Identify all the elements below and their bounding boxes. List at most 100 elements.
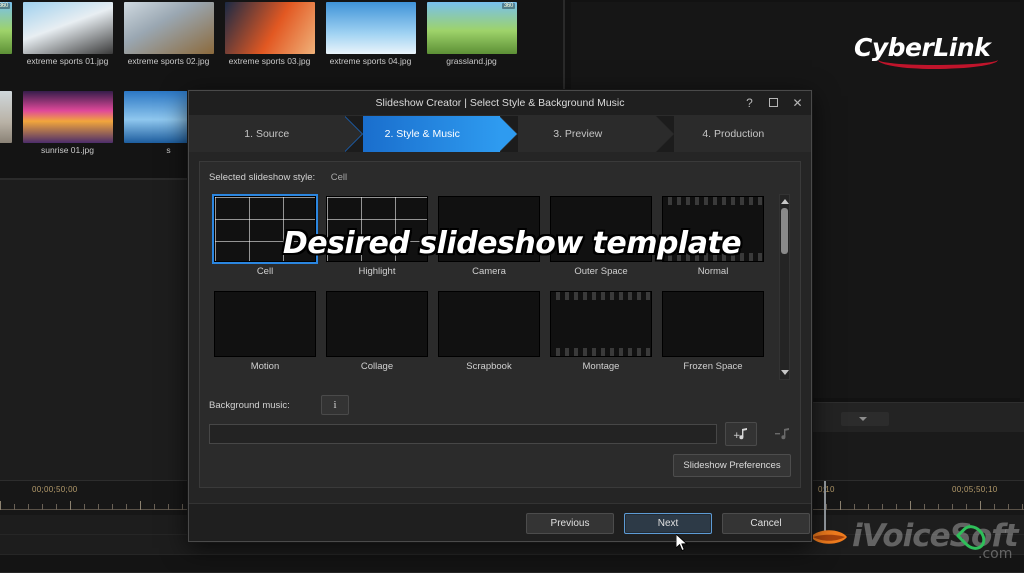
ruler-tick [70,501,71,510]
style-label: Highlight [320,266,434,277]
style-label: Montage [544,361,658,372]
style-thumbnail [662,291,764,357]
media-item-label: .mp4 [0,56,17,66]
svg-text:+: + [733,431,741,441]
step-tab-source[interactable]: 1. Source [189,116,345,152]
style-card-montage[interactable]: Montage [544,287,656,382]
ruler-tick [994,504,995,510]
ruler-tick [140,501,141,510]
selected-style-value: Cell [331,172,347,183]
badge-360-icon: 360 [502,3,515,9]
window-controls[interactable]: ? ✕ [742,95,805,110]
media-item[interactable]: extreme sports 04.jpg [320,0,421,89]
wizard-steps[interactable]: 1. Source 2. Style & Music 3. Preview 4.… [189,116,811,152]
add-music-button[interactable]: + [725,422,757,446]
step-arrow-icon [499,116,517,152]
media-item[interactable]: sunrise 01.jpg [17,89,118,178]
media-thumbnail [23,2,113,54]
ruler-tick [826,504,827,510]
step-label: 2. Style & Music [385,128,460,140]
previous-button[interactable]: Previous [526,513,614,534]
style-label: Scrapbook [432,361,546,372]
step-arrow-icon [344,116,362,152]
ruler-tick [882,504,883,510]
media-item-label: grassland.jpg [421,56,522,66]
style-card-collage[interactable]: Collage [320,287,432,382]
style-gallery[interactable]: Cell Highlight Camera Outer Space Normal [208,192,792,382]
slideshow-creator-dialog[interactable]: Slideshow Creator | Select Style & Backg… [188,90,812,542]
ruler-tick [56,504,57,510]
help-icon[interactable]: ? [742,95,757,110]
media-item[interactable]: extreme sports 03.jpg [219,0,320,89]
step-label: 4. Production [702,128,764,140]
ruler-tick [952,504,953,510]
scrollbar-thumb[interactable] [781,208,788,254]
style-gallery-scrollbar[interactable] [779,194,790,380]
media-item-label: extreme sports 01.jpg [17,56,118,66]
scroll-down-icon[interactable] [780,367,789,378]
media-item-label: extreme sports 02.jpg [118,56,219,66]
style-label: Motion [208,361,322,372]
background-music-input[interactable] [209,424,717,444]
step-label: 3. Preview [553,128,602,140]
style-card-scrapbook[interactable]: Scrapbook [432,287,544,382]
media-item[interactable]: 360 grassland.jpg [421,0,522,89]
style-thumbnail [550,196,652,262]
media-item[interactable]: extreme sports 02.jpg [118,0,219,89]
dialog-footer: Previous Next Cancel [189,503,811,541]
lips-icon [810,526,848,548]
style-card-motion[interactable]: Motion [208,287,320,382]
next-button[interactable]: Next [624,513,712,534]
style-label: Cell [208,266,322,277]
ruler-tick [84,504,85,510]
style-thumbnail [438,196,540,262]
media-thumbnail: 360 [0,2,12,54]
close-icon[interactable]: ✕ [790,95,805,110]
scroll-up-icon[interactable] [780,196,789,207]
style-label: Normal [656,266,770,277]
ruler-tick [840,501,841,510]
remove-music-button[interactable] [767,422,799,446]
style-card-highlight[interactable]: Highlight [320,192,432,287]
style-grid[interactable]: Cell Highlight Camera Outer Space Normal [208,192,768,382]
ruler-tick [182,504,183,510]
media-item[interactable]: .mp4 [0,89,17,178]
cyberlink-swoosh-icon [878,57,998,69]
media-item[interactable]: extreme sports 01.jpg [17,0,118,89]
watermark-suffix: .com [978,546,1012,562]
style-thumbnail [214,196,316,262]
cancel-button[interactable]: Cancel [722,513,810,534]
ruler-tick [910,501,911,510]
style-card-outer-space[interactable]: Outer Space [544,192,656,287]
style-card-normal[interactable]: Normal [656,192,768,287]
media-item[interactable]: 360 .mp4 [0,0,17,89]
badge-360-icon: 360 [0,3,10,9]
style-thumbnail [326,196,428,262]
style-card-camera[interactable]: Camera [432,192,544,287]
info-glyph: i [333,399,336,411]
timecode-label: 00;00;50;00 [32,485,78,494]
info-icon[interactable]: i [321,395,349,415]
style-card-frozen-space[interactable]: Frozen Space [656,287,768,382]
step-tab-preview[interactable]: 3. Preview [500,116,656,152]
ruler-tick [868,504,869,510]
timecode-label: 00;05;50;10 [952,485,998,494]
step-tab-production[interactable]: 4. Production [656,116,812,152]
ruler-tick [924,504,925,510]
ruler-tick [1008,504,1009,510]
media-item-label: extreme sports 04.jpg [320,56,421,66]
ruler-tick [42,504,43,510]
maximize-icon[interactable] [766,95,781,110]
step-tab-style-music[interactable]: 2. Style & Music [345,116,501,152]
media-thumbnail [225,2,315,54]
ruler-tick [938,504,939,510]
chevron-down-icon[interactable] [841,412,889,426]
dialog-title-bar[interactable]: Slideshow Creator | Select Style & Backg… [189,91,811,116]
media-item-label: .mp4 [0,145,17,155]
style-label: Frozen Space [656,361,770,372]
ruler-tick [896,504,897,510]
style-card-cell[interactable]: Cell [208,192,320,287]
slideshow-preferences-button[interactable]: Slideshow Preferences [673,454,791,477]
style-label: Camera [432,266,546,277]
timecode-label: 0;10 [818,485,835,494]
